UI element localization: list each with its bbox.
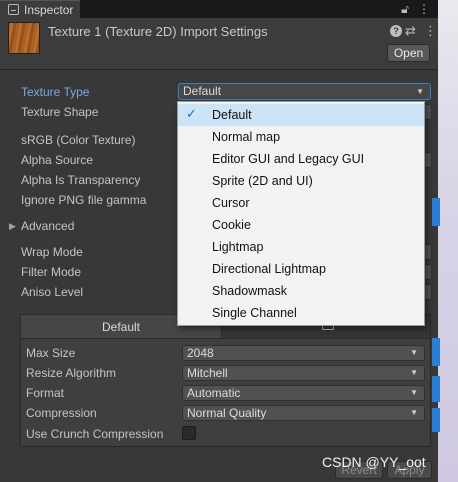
menu-item-directional-lightmap[interactable]: Directional Lightmap [178, 258, 424, 280]
alpha-source-label: Alpha Source [21, 153, 94, 167]
menu-item-shadowmask[interactable]: Shadowmask [178, 280, 424, 302]
menu-item-editor-gui[interactable]: Editor GUI and Legacy GUI [178, 148, 424, 170]
format-dropdown[interactable]: Automatic [182, 385, 425, 401]
compression-label: Compression [26, 406, 97, 420]
help-icon[interactable]: ? [390, 25, 402, 37]
menu-item-normal-map[interactable]: Normal map [178, 126, 424, 148]
inspector-header: Texture 1 (Texture 2D) Import Settings ?… [0, 18, 438, 70]
watermark-text: CSDN @YY_oot [322, 454, 426, 470]
texture-type-label: Texture Type [21, 85, 90, 99]
adjacent-window-backdrop [438, 0, 458, 482]
srgb-label: sRGB (Color Texture) [21, 133, 136, 147]
tab-inspector-label: Inspector [24, 2, 74, 17]
kebab-menu-icon[interactable]: ⋮ [417, 2, 431, 16]
menu-item-sprite[interactable]: Sprite (2D and UI) [178, 170, 424, 192]
menu-item-cookie[interactable]: Cookie [178, 214, 424, 236]
adjacent-selection-strip [432, 408, 440, 432]
crunch-compression-checkbox[interactable] [182, 426, 196, 440]
adjacent-selection-strip [432, 376, 440, 402]
max-size-label: Max Size [26, 346, 76, 360]
inspector-icon [8, 4, 19, 15]
menu-item-single-channel[interactable]: Single Channel [178, 302, 424, 324]
chevron-right-icon[interactable]: ▶ [9, 221, 16, 232]
format-label: Format [26, 386, 65, 400]
resize-algorithm-label: Resize Algorithm [26, 366, 117, 380]
texture-type-dropdown[interactable]: Default [178, 83, 431, 100]
header-title: Texture 1 (Texture 2D) Import Settings [48, 24, 268, 39]
alpha-transparency-label: Alpha Is Transparency [21, 173, 141, 187]
checkmark-icon: ✓ [186, 106, 197, 121]
wrap-mode-label: Wrap Mode [21, 245, 83, 259]
ignore-png-gamma-label: Ignore PNG file gamma [21, 193, 147, 207]
aniso-level-label: Aniso Level [21, 285, 84, 299]
resize-algorithm-dropdown[interactable]: Mitchell [182, 365, 425, 381]
kebab-menu-icon[interactable]: ⋮ [424, 23, 437, 39]
adjacent-selection-strip [432, 198, 440, 226]
compression-dropdown[interactable]: Normal Quality [182, 405, 425, 421]
open-button[interactable]: Open [387, 44, 430, 62]
filter-mode-label: Filter Mode [21, 265, 82, 279]
preset-settings-icon[interactable]: ⇄ [405, 23, 416, 39]
tab-inspector[interactable]: Inspector [0, 0, 80, 18]
adjacent-selection-strip [432, 338, 440, 366]
max-size-dropdown[interactable]: 2048 [182, 345, 425, 361]
texture-thumbnail [8, 22, 40, 54]
crunch-compression-label: Use Crunch Compression [26, 427, 164, 441]
menu-item-default[interactable]: Default [178, 104, 424, 126]
menu-item-lightmap[interactable]: Lightmap [178, 236, 424, 258]
texture-type-dropdown-menu: Default Normal map Editor GUI and Legacy… [177, 101, 425, 326]
texture-shape-label: Texture Shape [21, 105, 99, 119]
advanced-foldout[interactable]: Advanced [21, 219, 74, 233]
menu-item-cursor[interactable]: Cursor [178, 192, 424, 214]
lock-icon[interactable]: 🔓︎ [398, 2, 412, 16]
